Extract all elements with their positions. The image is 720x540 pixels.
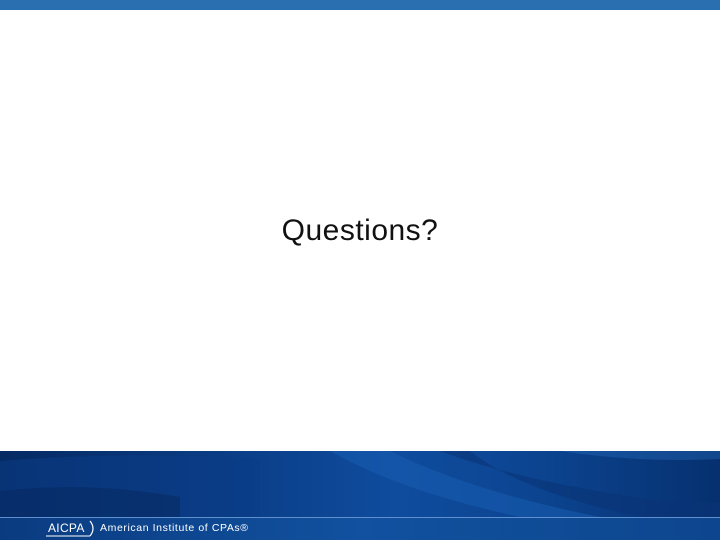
aicpa-logo: AICPA	[44, 520, 96, 537]
logo-bracket-graphic	[46, 520, 94, 537]
slide-title: Questions?	[281, 214, 439, 247]
slide: Questions? AICPA American Institute of C…	[0, 0, 720, 540]
top-accent-bar	[0, 0, 720, 10]
banner-swoosh-graphic	[0, 451, 720, 517]
decorative-banner	[0, 451, 720, 517]
organization-name: American Institute of CPAs®	[100, 522, 249, 534]
footer-bar: AICPA American Institute of CPAs®	[0, 517, 720, 540]
